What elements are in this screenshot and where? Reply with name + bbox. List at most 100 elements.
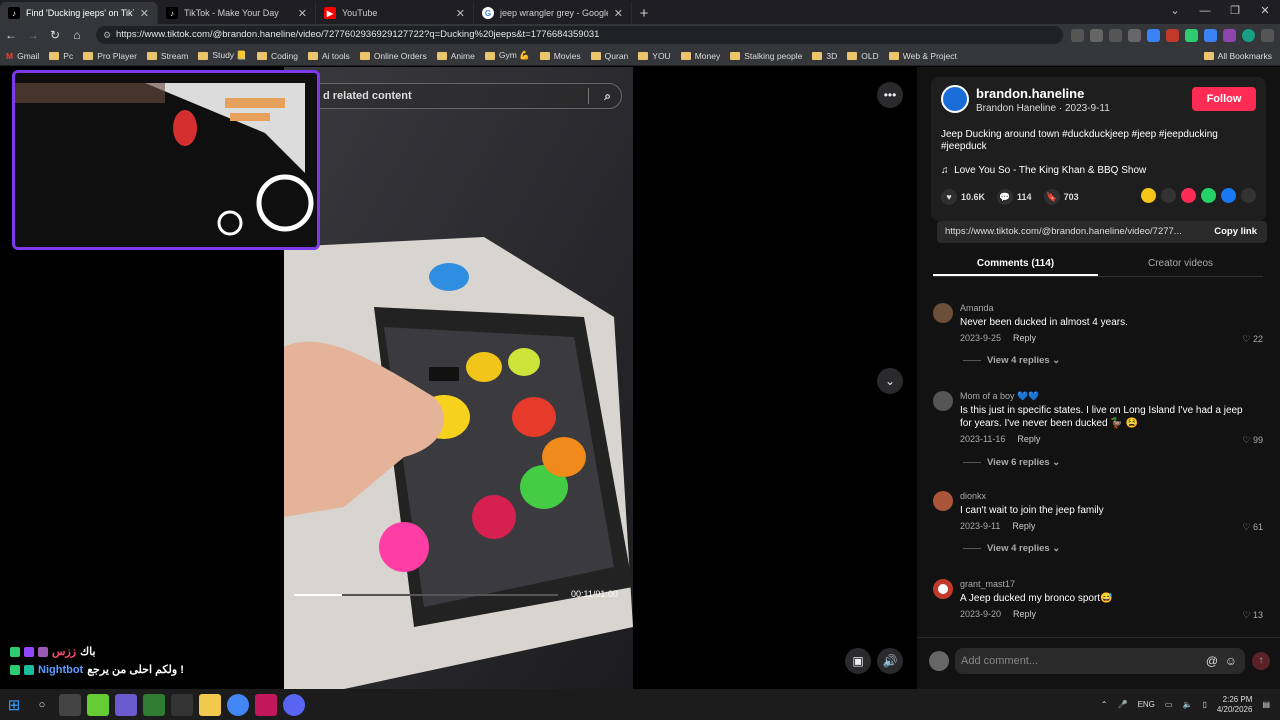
close-tab-icon[interactable]: ✕	[298, 7, 307, 20]
extension-audio-icon[interactable]	[1147, 28, 1160, 42]
bookmark-gmail[interactable]: M Gmail	[6, 51, 39, 61]
bookmark-folder[interactable]: Stream	[146, 51, 188, 61]
more-options-button[interactable]: •••	[877, 82, 903, 108]
extension-globe-icon[interactable]	[1185, 28, 1198, 42]
bookmark-folder[interactable]: Online Orders	[359, 51, 427, 61]
view-replies-button[interactable]: View 4 replies ⌄	[963, 355, 1060, 366]
tab-youtube[interactable]: ▶ YouTube ✕	[316, 2, 474, 24]
bookmark-folder[interactable]: Web & Project	[888, 51, 957, 61]
bookmark-folder[interactable]: Gym 💪	[484, 50, 530, 61]
commenter-name[interactable]: Mom of a boy 💙💙	[960, 391, 1039, 402]
video-progress-bar[interactable]	[294, 594, 558, 596]
install-app-icon[interactable]	[1071, 28, 1084, 42]
facebook-icon[interactable]	[1221, 188, 1236, 203]
close-tab-icon[interactable]: ✕	[614, 7, 623, 20]
commenter-name[interactable]: Amanda	[960, 303, 994, 313]
start-icon[interactable]: ⊞	[3, 694, 25, 716]
discord-icon[interactable]	[283, 693, 305, 716]
taskbar-app-icon[interactable]	[143, 693, 165, 716]
related-search-input[interactable]: d related content ⌕	[294, 83, 622, 109]
tab-comments[interactable]: Comments (114)	[933, 253, 1098, 276]
tab-tiktok-search[interactable]: ♪ Find 'Ducking jeeps' on TikTok ✕	[0, 2, 158, 24]
emoji-icon[interactable]: ☺	[1225, 654, 1237, 668]
bookmark-folder[interactable]: Stalking people	[730, 51, 802, 61]
close-window-button[interactable]: ✕	[1250, 0, 1280, 24]
pip-icon[interactable]: ▣	[845, 648, 871, 674]
language-indicator[interactable]: ENG	[1138, 700, 1155, 709]
comment-like-button[interactable]: ♡ 13	[1242, 610, 1263, 621]
battery-icon[interactable]: ▯	[1202, 700, 1206, 709]
view-replies-button[interactable]: View 4 replies ⌄	[963, 543, 1060, 554]
reply-button[interactable]: Reply	[1012, 521, 1035, 531]
embed-icon[interactable]	[1161, 188, 1176, 203]
reload-icon[interactable]: ↻	[44, 28, 66, 42]
send-comment-button[interactable]: ↑	[1252, 652, 1270, 670]
extension-star-icon[interactable]	[1166, 28, 1179, 42]
commenter-avatar[interactable]	[933, 391, 953, 411]
back-icon[interactable]: ←	[0, 28, 22, 42]
bookmark-folder[interactable]: Ai tools	[307, 51, 350, 61]
volume-icon[interactable]: 🔊	[877, 648, 903, 674]
comment-like-button[interactable]: ♡ 61	[1242, 522, 1263, 533]
restore-button[interactable]: ❐	[1220, 0, 1250, 24]
reply-button[interactable]: Reply	[1017, 434, 1040, 444]
network-icon[interactable]: ▭	[1165, 700, 1173, 709]
share-arrow-icon[interactable]	[1241, 188, 1256, 203]
author-avatar[interactable]	[941, 85, 969, 113]
close-tab-icon[interactable]: ✕	[140, 7, 149, 20]
add-comment-input[interactable]: Add comment... @ ☺	[955, 648, 1245, 674]
microphone-icon[interactable]: 🎤	[1118, 700, 1128, 709]
commenter-name[interactable]: dionkx	[960, 491, 986, 501]
share-icon[interactable]	[1109, 28, 1122, 42]
share-to-friends-icon[interactable]	[1181, 188, 1196, 203]
save-button[interactable]: 🔖 703	[1043, 189, 1079, 205]
follow-button[interactable]: Follow	[1192, 87, 1256, 111]
bookmark-folder[interactable]: YOU	[638, 51, 671, 61]
forward-icon[interactable]: →	[22, 28, 44, 42]
url-input[interactable]: ⚙ https://www.tiktok.com/@brandon.haneli…	[96, 26, 1063, 44]
bookmark-folder[interactable]: Pro Player	[83, 51, 137, 61]
taskbar-app-icon[interactable]	[255, 693, 277, 716]
tab-tiktok-home[interactable]: ♪ TikTok - Make Your Day ✕	[158, 2, 316, 24]
bookmark-folder[interactable]: Pc	[49, 51, 73, 61]
music-link[interactable]: ♫ Love You So - The King Khan & BBQ Show	[941, 165, 1146, 176]
tab-google[interactable]: G jeep wrangler grey - Google Se ✕	[474, 2, 632, 24]
profile-avatar[interactable]	[1242, 28, 1255, 42]
translate-icon[interactable]	[1090, 28, 1103, 42]
search-icon[interactable]: ⌕	[604, 84, 611, 108]
bookmark-folder[interactable]: Study 📒	[198, 50, 247, 61]
search-icon[interactable]: ○	[31, 694, 53, 716]
bookmark-folder[interactable]: Anime	[436, 51, 475, 61]
share-repost-icon[interactable]	[1141, 188, 1156, 203]
like-button[interactable]: ♥ 10.6K	[941, 189, 985, 205]
mention-icon[interactable]: @	[1206, 654, 1218, 668]
tab-search-icon[interactable]: ⌄	[1160, 0, 1190, 24]
minimize-button[interactable]: —	[1190, 0, 1220, 24]
comment-like-button[interactable]: ♡ 22	[1242, 334, 1263, 345]
commenter-name[interactable]: grant_mast17	[960, 579, 1015, 589]
taskbar-app-icon[interactable]	[115, 693, 137, 716]
notification-icon[interactable]: ▤	[1262, 700, 1270, 709]
view-replies-button[interactable]: View 6 replies ⌄	[963, 457, 1060, 468]
bookmark-folder[interactable]: Coding	[257, 51, 298, 61]
extension-heart-icon[interactable]	[1223, 28, 1236, 42]
reply-button[interactable]: Reply	[1013, 333, 1036, 343]
whatsapp-icon[interactable]	[1201, 188, 1216, 203]
site-info-icon[interactable]: ⚙	[103, 26, 111, 44]
comment-like-button[interactable]: ♡ 99	[1242, 435, 1263, 446]
bookmark-folder[interactable]: Money	[680, 51, 720, 61]
taskbar-app-icon[interactable]	[59, 693, 81, 716]
file-explorer-icon[interactable]	[199, 693, 221, 716]
reply-button[interactable]: Reply	[1013, 609, 1036, 619]
home-icon[interactable]: ⌂	[66, 28, 88, 42]
all-bookmarks-button[interactable]: All Bookmarks	[1203, 46, 1272, 66]
clock[interactable]: 2:26 PM 4/20/2026	[1217, 695, 1253, 715]
bookmark-star-icon[interactable]	[1128, 28, 1141, 42]
comment-button[interactable]: 💬 114	[997, 189, 1032, 205]
commenter-avatar[interactable]	[933, 579, 953, 599]
author-handle[interactable]: brandon.haneline	[976, 86, 1084, 101]
chevron-up-icon[interactable]: ⌃	[1101, 700, 1108, 709]
tab-creator-videos[interactable]: Creator videos	[1098, 253, 1263, 276]
next-video-button[interactable]: ⌄	[877, 368, 903, 394]
taskbar-app-icon[interactable]	[87, 693, 109, 716]
